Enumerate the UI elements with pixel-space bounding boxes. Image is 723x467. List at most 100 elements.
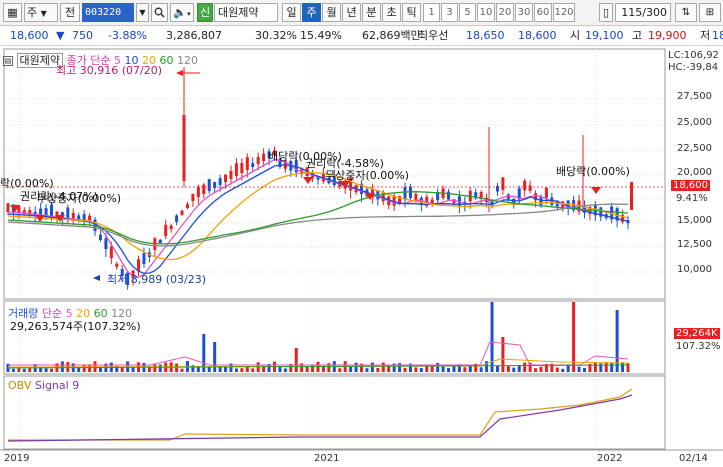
volume-bar (398, 363, 402, 372)
volume-bar (593, 362, 597, 372)
interval-30-button[interactable]: 30 (515, 3, 533, 22)
stock-name-field[interactable]: 대원제약 (214, 3, 278, 22)
volume-bar (534, 368, 538, 372)
interval-60-button[interactable]: 60 (534, 3, 552, 22)
candle-body (528, 185, 532, 191)
event-annotation: 무상증자(0.00%) (325, 169, 410, 182)
candle-body (50, 204, 54, 218)
period-week-button[interactable]: 주 (302, 3, 321, 22)
volume-ratio: 30.32% (255, 29, 297, 42)
candle-body (262, 153, 266, 161)
volume-bar (376, 368, 380, 372)
volume-bar (82, 364, 86, 372)
market-select[interactable]: 전 (60, 3, 80, 22)
volume-bar (577, 366, 581, 372)
candle-body (191, 193, 195, 201)
interval-120-button[interactable]: 120 (553, 3, 575, 22)
search-icon[interactable] (151, 3, 168, 22)
high-price: 19,900 (648, 29, 687, 42)
candle-body (256, 157, 260, 164)
chart-toolbar: ▦ 주 ▼ 전 003220 ▼ 🔈▾ 신 대원제약 일 주 월 년 분 초 틱… (0, 0, 723, 26)
speaker-icon[interactable]: 🔈▾ (170, 3, 194, 22)
candle-body (447, 191, 451, 200)
y-tick-label: 12,500 (677, 239, 712, 250)
low-price: 18,500 (712, 29, 723, 42)
chart-canvas[interactable] (0, 47, 723, 467)
volume-bar (180, 368, 184, 372)
data-count-field[interactable]: 115/300 (615, 3, 671, 22)
volume-bar (479, 367, 483, 372)
obv-panel-legend: OBV Signal 9 (8, 379, 79, 392)
candle-body (98, 234, 102, 240)
chart-area[interactable]: ▤ 대원제약 종가 단순 5 10 20 60 120 최고 30,916 (0… (0, 47, 723, 467)
period-minute-button[interactable]: 분 (362, 3, 381, 22)
price-change: 750 (72, 29, 93, 42)
stock-code-input[interactable]: 003220 (82, 3, 134, 22)
y-tick-label: 15,000 (677, 215, 712, 226)
credit-mode-button[interactable]: 신 (197, 3, 213, 22)
split-view-icon[interactable]: ⊞ (699, 3, 721, 22)
ma120-label: 120 (176, 54, 198, 67)
candle-body (158, 239, 162, 243)
volume-bar (610, 362, 614, 372)
down-arrow-icon: ▼ (56, 29, 65, 42)
y-tick-label: 10,000 (677, 264, 712, 275)
period-day-button[interactable]: 일 (282, 3, 301, 22)
volume-bar (506, 365, 510, 372)
interval-3-button[interactable]: 3 (441, 3, 458, 22)
interval-1-button[interactable]: 1 (423, 3, 440, 22)
chart-settings-icon[interactable]: ⇅ (675, 3, 697, 22)
volume-bar (555, 367, 559, 372)
trade-volume: 3,286,807 (166, 29, 222, 42)
y-tick-label: 25,000 (677, 117, 712, 128)
candle-body (6, 203, 10, 212)
turnover-rate: 15.49% (300, 29, 342, 42)
candle-body (523, 180, 527, 191)
stock-dropdown-button[interactable]: ▼ (136, 3, 149, 22)
candle-body (109, 246, 113, 258)
candle-body (207, 179, 211, 191)
best-quote-label: 최우선 (418, 29, 449, 42)
current-price: 18,600 (10, 29, 49, 42)
period-month-button[interactable]: 월 (322, 3, 341, 22)
volume-bar (452, 365, 456, 372)
period-year-button[interactable]: 년 (342, 3, 361, 22)
volume-bar (539, 366, 543, 372)
period-second-button[interactable]: 초 (382, 3, 401, 22)
volume-readout: 29,263,574주(107.32%) (10, 320, 141, 333)
open-label: 시 (570, 29, 581, 42)
grid-icon[interactable]: ▦ (3, 3, 22, 22)
volume-bar (621, 362, 625, 372)
volume-bar (234, 368, 238, 372)
volume-bar (365, 368, 369, 372)
interval-5-button[interactable]: 5 (459, 3, 476, 22)
volume-bar (403, 367, 407, 372)
candle-body (234, 163, 238, 176)
candle-body (182, 115, 186, 181)
volume-bar (523, 362, 527, 372)
candle-body (164, 224, 168, 236)
bid-price: 18,600 (518, 29, 557, 42)
chart-type-select[interactable]: 주 ▼ (24, 3, 58, 22)
volume-bar (158, 364, 162, 372)
candle-body (185, 204, 189, 208)
current-price-tag: 18,600 (671, 180, 710, 191)
x-axis-label: 2021 (314, 453, 340, 464)
candle-body (218, 178, 222, 185)
price-change-pct: -3.88% (108, 29, 147, 42)
toggle-panel-icon[interactable]: ▯ (599, 3, 613, 22)
volume-bar (50, 368, 54, 372)
volume-bar (278, 367, 282, 372)
volume-bar (468, 366, 472, 372)
candle-body (630, 182, 633, 210)
volume-bar (572, 302, 576, 372)
candle-body (240, 162, 244, 173)
candle-body (251, 163, 255, 167)
period-tick-button[interactable]: 틱 (402, 3, 421, 22)
volume-tag: 29,264K (674, 328, 720, 339)
panel-settings-icon[interactable]: ▤ (3, 56, 13, 66)
interval-10-button[interactable]: 10 (477, 3, 495, 22)
interval-20-button[interactable]: 20 (496, 3, 514, 22)
chevron-down-icon: ▼ (40, 9, 47, 18)
volume-bar (561, 368, 565, 372)
